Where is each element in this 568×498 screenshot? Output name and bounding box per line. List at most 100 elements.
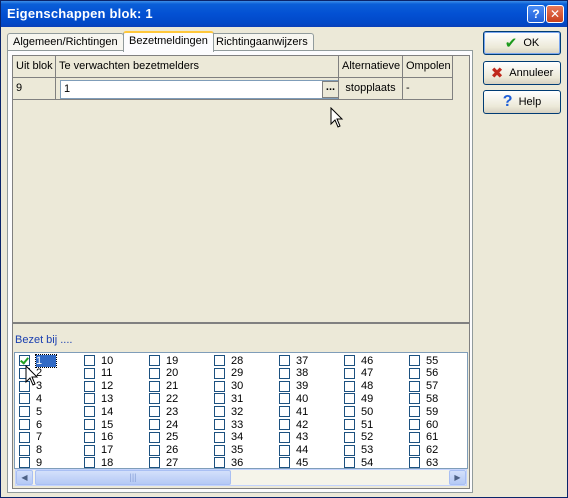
bezet-checkbox-item[interactable]: 18 <box>84 456 113 468</box>
bezet-checkbox-item[interactable]: 8 <box>19 444 42 457</box>
bezet-checkbox-item[interactable]: 10 <box>84 354 113 367</box>
bezet-checkbox-item[interactable]: 48 <box>344 380 373 393</box>
help-button[interactable]: ? Help <box>483 90 561 114</box>
bezet-checkbox-item[interactable]: 46 <box>344 354 373 367</box>
checkbox[interactable] <box>279 355 290 366</box>
bezet-checkbox-item[interactable]: 47 <box>344 367 373 380</box>
cell-ompolen[interactable]: - <box>403 78 453 100</box>
checkbox[interactable] <box>279 444 290 456</box>
checkbox[interactable] <box>214 457 225 468</box>
checkbox[interactable] <box>149 444 160 456</box>
checkbox[interactable] <box>344 419 355 430</box>
checkbox[interactable] <box>409 393 420 405</box>
bezet-checkbox-item[interactable]: 57 <box>409 380 438 393</box>
bezet-checkbox-item[interactable]: 38 <box>279 367 308 380</box>
bezet-checkbox-item[interactable]: 26 <box>149 444 178 457</box>
checkbox[interactable] <box>344 380 355 392</box>
checkbox[interactable] <box>84 380 95 392</box>
bezet-checkbox-item[interactable]: 32 <box>214 405 243 418</box>
checkbox[interactable] <box>19 457 30 468</box>
cell-uit-blok[interactable]: 9 <box>13 78 56 100</box>
checkbox[interactable] <box>344 367 355 379</box>
bezet-checkbox-item[interactable]: 5 <box>19 405 42 418</box>
bezet-checkbox-item[interactable]: 44 <box>279 444 308 457</box>
checkbox[interactable] <box>84 419 95 430</box>
checkbox[interactable] <box>279 406 290 418</box>
bezet-checkbox-item[interactable]: 42 <box>279 418 308 431</box>
bezet-checkbox-item[interactable]: 50 <box>344 405 373 418</box>
bezet-checkbox-item[interactable]: 55 <box>409 354 438 367</box>
bezet-checklist[interactable]: 1 2 3 4 5 6 7 8 9 10 11 12 13 14 15 16 17 18 19 20 21 22 23 24 2… <box>14 352 468 469</box>
checkbox[interactable] <box>19 406 30 418</box>
bezet-checkbox-item[interactable]: 7 <box>19 431 42 444</box>
checkbox[interactable] <box>214 380 225 392</box>
cancel-button[interactable]: ✖ Annuleer <box>483 61 561 85</box>
checkbox[interactable] <box>344 406 355 418</box>
browse-button[interactable]: ... <box>322 81 339 98</box>
column-header-melders[interactable]: Te verwachten bezetmelders <box>56 56 339 78</box>
checkbox[interactable] <box>84 457 95 468</box>
checkbox[interactable] <box>344 457 355 468</box>
checkbox[interactable] <box>344 355 355 366</box>
bezet-checkbox-item[interactable]: 41 <box>279 405 308 418</box>
bezet-checkbox-item[interactable]: 37 <box>279 354 308 367</box>
bezet-checkbox-item[interactable]: 33 <box>214 418 243 431</box>
checkbox[interactable] <box>409 431 420 443</box>
bezet-checkbox-item[interactable]: 49 <box>344 392 373 405</box>
checkbox[interactable] <box>344 393 355 405</box>
checkbox[interactable] <box>214 444 225 456</box>
bezet-checkbox-item[interactable]: 4 <box>19 392 42 405</box>
bezet-checkbox-item[interactable]: 16 <box>84 431 113 444</box>
tab-algemeen-richtingen[interactable]: Algemeen/Richtingen <box>7 33 124 51</box>
tab-bezetmeldingen[interactable]: Bezetmeldingen <box>123 31 214 52</box>
checkbox[interactable] <box>344 431 355 443</box>
checkbox[interactable] <box>279 457 290 468</box>
bezet-checkbox-item[interactable]: 11 <box>84 367 112 380</box>
bezet-checkbox-item[interactable]: 56 <box>409 367 438 380</box>
checkbox[interactable] <box>409 406 420 418</box>
checkbox[interactable] <box>409 380 420 392</box>
checkbox[interactable] <box>214 406 225 418</box>
bezet-checkbox-item[interactable]: 13 <box>84 392 113 405</box>
checkbox[interactable] <box>279 393 290 405</box>
titlebar-close-button[interactable]: ✕ <box>546 5 564 23</box>
ok-button[interactable]: ✔ OK <box>483 31 561 55</box>
checkbox[interactable] <box>149 419 160 430</box>
column-header-ompolen[interactable]: Ompolen <box>403 56 453 78</box>
checkbox[interactable] <box>19 444 30 456</box>
bezet-checkbox-item[interactable]: 17 <box>84 444 113 457</box>
checkbox[interactable] <box>409 419 420 430</box>
checkbox[interactable] <box>84 393 95 405</box>
bezet-checkbox-item[interactable]: 43 <box>279 431 308 444</box>
bezet-checkbox-item[interactable]: 63 <box>409 456 438 468</box>
checkbox[interactable] <box>409 444 420 456</box>
bezet-checkbox-item[interactable]: 21 <box>149 380 178 393</box>
bezet-checkbox-item[interactable]: 62 <box>409 444 438 457</box>
scroll-right-button[interactable]: ▶ <box>449 470 466 485</box>
checkbox[interactable] <box>19 431 30 443</box>
bezet-checkbox-item[interactable]: 59 <box>409 405 438 418</box>
checkbox[interactable] <box>409 355 420 366</box>
checkbox[interactable] <box>84 444 95 456</box>
checkbox[interactable] <box>84 431 95 443</box>
bezet-checkbox-item[interactable]: 51 <box>344 418 373 431</box>
checkbox[interactable] <box>84 367 95 379</box>
checkbox[interactable] <box>19 393 30 405</box>
bezet-checkbox-item[interactable]: 58 <box>409 392 438 405</box>
bezet-checkbox-item[interactable]: 53 <box>344 444 373 457</box>
checkbox[interactable] <box>344 444 355 456</box>
bezet-checkbox-item[interactable]: 40 <box>279 392 308 405</box>
bezet-checkbox-item[interactable]: 52 <box>344 431 373 444</box>
bezet-checkbox-item[interactable]: 35 <box>214 444 243 457</box>
bezet-checkbox-item[interactable]: 12 <box>84 380 113 393</box>
scroll-left-button[interactable]: ◀ <box>16 470 33 485</box>
checkbox[interactable] <box>214 355 225 366</box>
cell-alternatieve[interactable]: stopplaats <box>339 78 403 100</box>
bezet-checkbox-item[interactable]: 34 <box>214 431 243 444</box>
bezet-checkbox-item[interactable]: 20 <box>149 367 178 380</box>
checkbox[interactable] <box>149 406 160 418</box>
bezet-checkbox-item[interactable]: 29 <box>214 367 243 380</box>
bezet-checkbox-item[interactable]: 36 <box>214 456 243 468</box>
bezet-checkbox-item[interactable]: 9 <box>19 456 42 468</box>
bezet-checkbox-item[interactable]: 14 <box>84 405 113 418</box>
